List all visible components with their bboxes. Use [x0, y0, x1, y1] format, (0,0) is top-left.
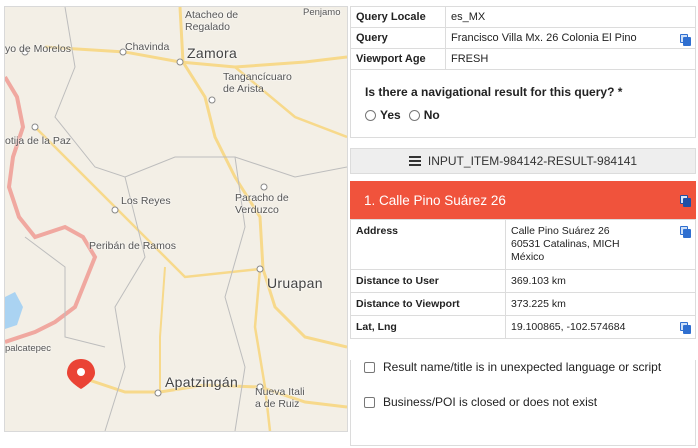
query-info-table: Query Locale es_MX Query Francisco Villa…	[350, 6, 696, 70]
map-view[interactable]: Atacheo de Regalado Penjamo yo de Morelos…	[4, 6, 348, 432]
distance-user-label: Distance to User	[350, 269, 506, 293]
radio-no-circle[interactable]	[408, 109, 420, 121]
address-line-1: Calle Pino Suárez 26	[511, 225, 610, 237]
distance-viewport-row: Distance to Viewport 373.225 km	[350, 292, 696, 316]
map-label-morelos: yo de Morelos	[5, 43, 71, 55]
radio-no[interactable]: No	[408, 108, 440, 122]
check-closed-business[interactable]: Business/POI is closed or does not exist	[364, 394, 696, 410]
viewport-age-label: Viewport Age	[350, 48, 446, 70]
query-label: Query	[350, 27, 446, 49]
copy-icon[interactable]	[680, 322, 691, 334]
list-icon	[408, 156, 421, 166]
radio-no-label: No	[423, 108, 440, 122]
result-title: 1. Calle Pino Suárez 26	[364, 192, 506, 208]
map-label-paracho: Paracho de Verduzco	[235, 192, 289, 216]
viewport-age-value: FRESH	[445, 48, 696, 70]
radio-yes-circle[interactable]	[365, 109, 376, 121]
address-line-2: 60531 Catalinas, MICH	[511, 238, 620, 250]
map-label-chavinda: Chavinda	[125, 41, 170, 53]
address-line-3: México	[511, 251, 545, 263]
map-label-nueva-italia: Nueva Itali a de Ruiz	[255, 386, 305, 410]
navigational-question: Is there a navigational result for this …	[365, 85, 623, 99]
map-roads	[5, 7, 347, 431]
radio-yes-label: Yes	[380, 108, 401, 122]
map-pin-icon[interactable]	[67, 359, 95, 389]
address-label: Address	[350, 219, 506, 270]
distance-user-value: 369.103 km	[505, 269, 696, 293]
distance-viewport-value: 373.225 km	[505, 292, 696, 316]
review-panel: Query Locale es_MX Query Francisco Villa…	[350, 6, 696, 429]
latlng-value-cell: 19.100865, -102.574684	[505, 315, 696, 339]
map-label-uruapan: Uruapan	[267, 275, 323, 291]
map-label-los-reyes: Los Reyes	[121, 195, 171, 207]
check-closed-business-box[interactable]	[364, 396, 375, 408]
distance-user-row: Distance to User 369.103 km	[350, 269, 696, 293]
copy-icon[interactable]	[680, 226, 691, 238]
query-value: Francisco Villa Mx. 26 Colonia El Pino	[451, 32, 637, 44]
copy-icon[interactable]	[680, 195, 691, 207]
result-id: INPUT_ITEM-984142-RESULT-984141	[427, 154, 638, 168]
check-unexpected-language[interactable]: Result name/title is in unexpected langu…	[364, 359, 696, 375]
map-label-periban: Peribán de Ramos	[89, 240, 176, 252]
result-header: 1. Calle Pino Suárez 26	[350, 181, 696, 219]
query-locale-label: Query Locale	[350, 6, 446, 28]
check-unexpected-language-label: Result name/title is in unexpected langu…	[383, 360, 662, 374]
map-label-penjamo: Penjamo	[303, 7, 341, 18]
map-label-palcatepec: palcatepec	[5, 343, 51, 354]
check-closed-business-label: Business/POI is closed or does not exist	[383, 395, 598, 409]
map-label-tangancicuaro: Tangancícuaro de Arista	[223, 71, 292, 95]
map-label-apatzingan: Apatzingán	[165, 374, 239, 390]
map-label-jiquilpan: otija de la Paz	[5, 135, 71, 147]
navigational-radio-group: Yes No	[365, 108, 681, 122]
result-checks: Result name/title is in unexpected langu…	[350, 359, 696, 410]
latlng-label: Lat, Lng	[350, 315, 506, 339]
map-label-zamora: Zamora	[187, 45, 238, 61]
latlng-row: Lat, Lng 19.100865, -102.574684	[350, 315, 696, 339]
copy-icon[interactable]	[680, 34, 691, 46]
result-details-table: Address Calle Pino Suárez 26 60531 Catal…	[350, 219, 696, 339]
latlng-value: 19.100865, -102.574684	[511, 321, 626, 333]
radio-yes[interactable]: Yes	[365, 108, 401, 122]
map-label-atacheo: Atacheo de Regalado	[185, 9, 239, 33]
check-unexpected-language-box[interactable]	[364, 361, 375, 373]
address-value-cell: Calle Pino Suárez 26 60531 Catalinas, MI…	[505, 219, 696, 270]
address-row: Address Calle Pino Suárez 26 60531 Catal…	[350, 219, 696, 270]
result-id-bar[interactable]: INPUT_ITEM-984142-RESULT-984141	[350, 148, 696, 174]
viewport-age-row: Viewport Age FRESH	[350, 48, 696, 70]
distance-viewport-label: Distance to Viewport	[350, 292, 506, 316]
query-locale-row: Query Locale es_MX	[350, 6, 696, 28]
query-row: Query Francisco Villa Mx. 26 Colonia El …	[350, 27, 696, 49]
query-value-cell: Francisco Villa Mx. 26 Colonia El Pino	[445, 27, 696, 49]
navigational-question-box: Is there a navigational result for this …	[350, 70, 696, 138]
query-locale-value: es_MX	[445, 6, 696, 28]
